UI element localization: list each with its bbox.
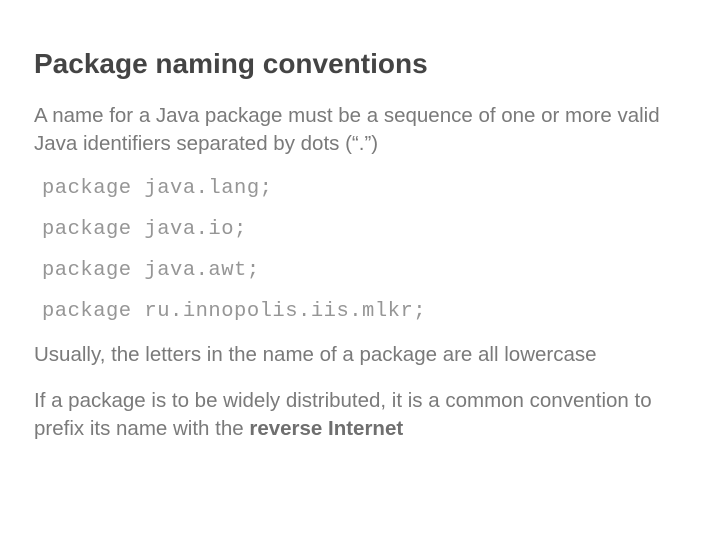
code-example-1: package java.lang; xyxy=(42,177,686,200)
code-example-4: package ru.innopolis.iis.mlkr; xyxy=(42,300,686,323)
reverse-internet-bold: reverse Internet xyxy=(249,417,403,440)
page-title: Package naming conventions xyxy=(34,48,686,80)
code-example-2: package java.io; xyxy=(42,218,686,241)
lowercase-paragraph: Usually, the letters in the name of a pa… xyxy=(34,341,686,369)
code-example-3: package java.awt; xyxy=(42,259,686,282)
distribution-paragraph: If a package is to be widely distributed… xyxy=(34,387,686,444)
intro-paragraph: A name for a Java package must be a sequ… xyxy=(34,102,686,159)
